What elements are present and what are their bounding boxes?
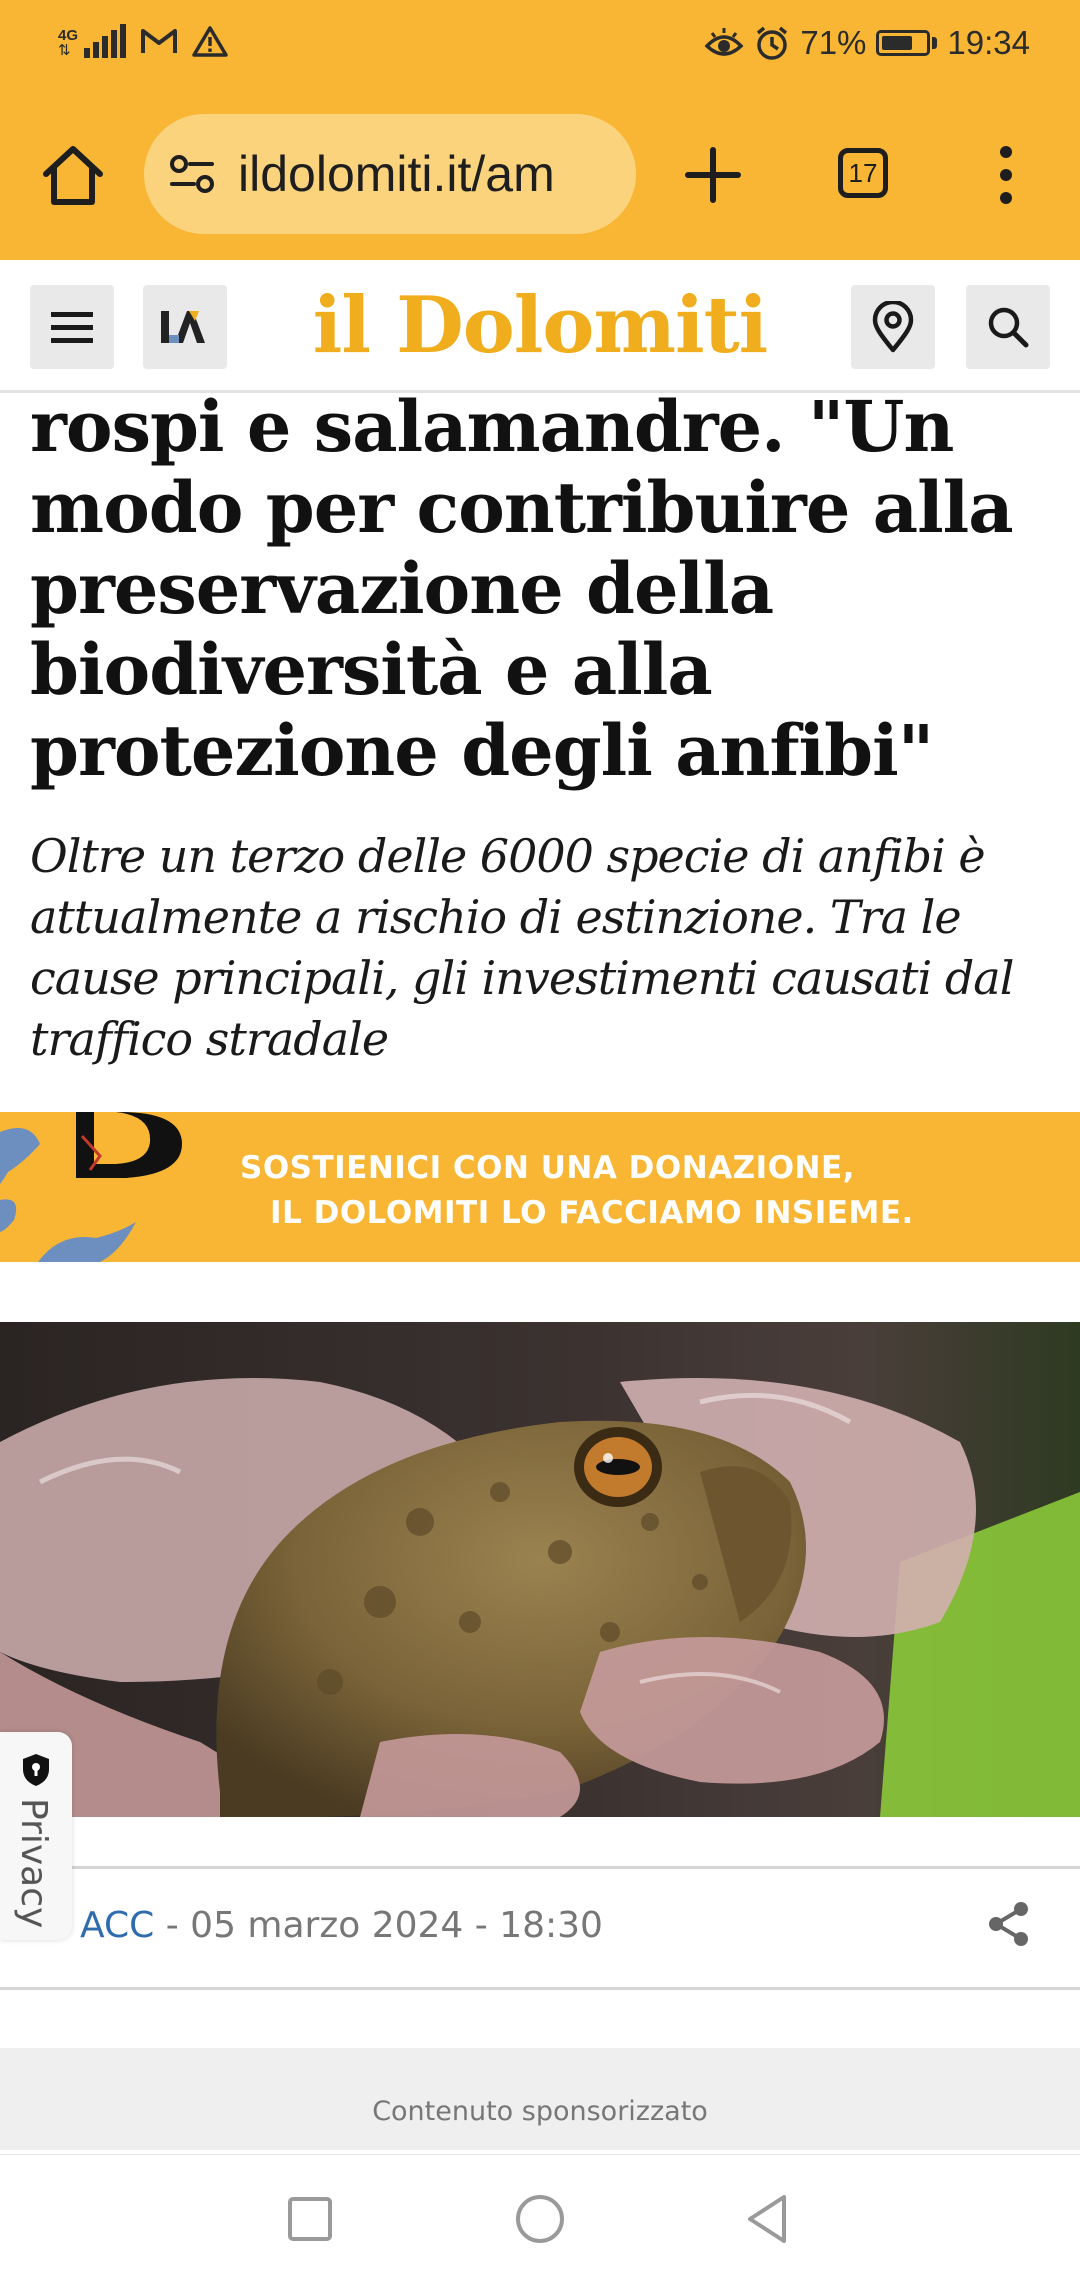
meta-separator: - [154, 1905, 191, 1946]
site-settings-icon[interactable] [166, 148, 218, 200]
location-pin-icon[interactable] [851, 285, 935, 369]
article-date: 05 marzo 2024 - 18:30 [190, 1905, 603, 1946]
home-circle-icon[interactable] [510, 2189, 570, 2249]
battery-icon [876, 30, 938, 56]
alarm-icon [757, 26, 788, 60]
banner-hands-logo: D [0, 1112, 182, 1262]
warning-icon [192, 26, 228, 57]
gmail-icon [141, 29, 178, 53]
new-tab-plus-icon[interactable] [678, 140, 748, 210]
url-text[interactable]: ildolomiti.it/am [238, 145, 555, 203]
system-nav-bar [0, 2154, 1080, 2281]
address-bar[interactable]: ildolomiti.it/am [144, 114, 636, 234]
signal-icon: 4G ⇅ [58, 24, 127, 58]
eye-comfort-icon [704, 28, 744, 56]
overflow-menu-icon[interactable] [986, 140, 1026, 210]
sponsored-section: Contenuto sponsorizzato [0, 2048, 1080, 2150]
article-headline: rospi e salamandre. "Un modo per contrib… [30, 385, 1014, 792]
browser-chrome: 4G ⇅ 71% 19:34 ildolomiti.it/am 17 [0, 0, 1080, 260]
donation-banner[interactable]: D SOSTIENICI CON UNA DONAZIONE, IL DOLOM… [0, 1112, 1080, 1262]
article-meta: ACC - 05 marzo 2024 - 18:30 [0, 1866, 1080, 1990]
home-icon[interactable] [38, 140, 108, 210]
search-icon[interactable] [966, 285, 1050, 369]
article-author[interactable]: ACC [80, 1905, 154, 1946]
article-image-toad[interactable] [0, 1322, 1080, 1817]
sponsored-label: Contenuto sponsorizzato [372, 2096, 708, 2127]
browser-toolbar: ildolomiti.it/am 17 [0, 100, 1080, 250]
recents-square-icon[interactable] [280, 2189, 340, 2249]
banner-text[interactable]: SOSTIENICI CON UNA DONAZIONE, IL DOLOMIT… [240, 1146, 1040, 1236]
privacy-tab[interactable]: Privacy [0, 1732, 72, 1940]
back-triangle-icon[interactable] [738, 2189, 798, 2249]
privacy-label[interactable]: Privacy [13, 1798, 54, 1928]
tab-switcher-button[interactable]: 17 [830, 140, 900, 210]
battery-percent: 71% [800, 24, 867, 61]
banner-line-1[interactable]: SOSTIENICI CON UNA DONAZIONE, [240, 1150, 855, 1186]
shield-icon [23, 1754, 49, 1786]
status-bar: 4G ⇅ 71% 19:34 [0, 0, 1080, 92]
tab-count[interactable]: 17 [838, 148, 888, 198]
clock: 19:34 [947, 24, 1030, 61]
site-header: il Dolomiti [0, 260, 1080, 393]
share-icon[interactable] [984, 1899, 1034, 1949]
banner-line-2[interactable]: IL DOLOMITI LO FACCIAMO INSIEME. [240, 1191, 1040, 1236]
article-subtitle: Oltre un terzo delle 6000 specie di anfi… [30, 829, 1014, 1066]
